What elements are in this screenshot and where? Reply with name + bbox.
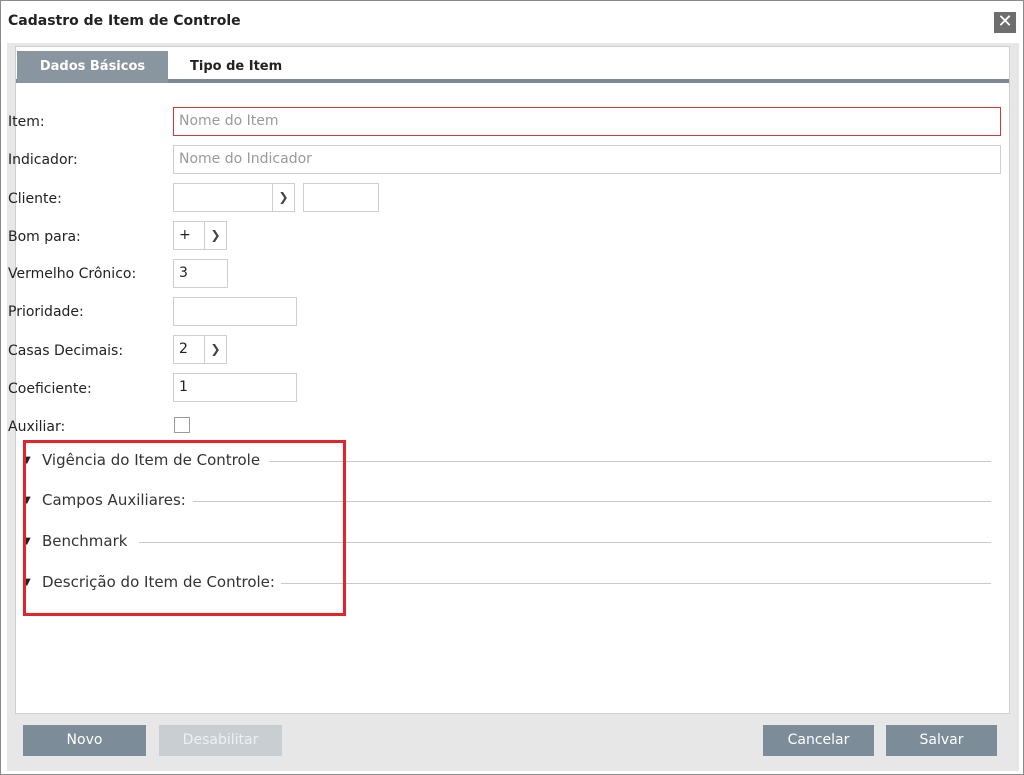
- auxiliar-label: Auxiliar:: [8, 419, 66, 435]
- cliente-code-input[interactable]: [303, 183, 379, 212]
- salvar-button[interactable]: Salvar: [886, 725, 997, 756]
- tab-dados-basicos[interactable]: Dados Básicos: [17, 51, 168, 83]
- indicador-label: Indicador:: [8, 152, 78, 168]
- novo-button[interactable]: Novo: [23, 725, 146, 756]
- prioridade-label: Prioridade:: [8, 304, 84, 320]
- vermelho-cronico-label: Vermelho Crônico:: [8, 266, 137, 282]
- item-input[interactable]: Nome do Item: [173, 107, 1001, 136]
- casas-decimais-label: Casas Decimais:: [8, 343, 124, 359]
- section-divider: [281, 583, 991, 584]
- section-divider: [269, 461, 991, 462]
- cliente-select[interactable]: [173, 183, 273, 212]
- coeficiente-label: Coeficiente:: [8, 381, 92, 397]
- chevron-down-icon[interactable]: ❯: [204, 221, 227, 250]
- vermelho-cronico-input[interactable]: 3: [173, 259, 228, 288]
- casas-decimais-select[interactable]: 2: [173, 335, 206, 364]
- prioridade-input[interactable]: [173, 297, 297, 326]
- dialog-title: Cadastro de Item de Controle: [8, 13, 241, 29]
- coeficiente-input[interactable]: 1: [173, 373, 297, 402]
- titlebar: Cadastro de Item de Controle ✕: [1, 1, 1023, 43]
- item-label: Item:: [8, 114, 45, 130]
- desabilitar-button[interactable]: Desabilitar: [159, 725, 282, 756]
- chevron-down-icon[interactable]: ❯: [204, 335, 227, 364]
- bom-para-select[interactable]: +: [173, 221, 206, 250]
- bom-para-label: Bom para:: [8, 229, 81, 245]
- chevron-down-icon[interactable]: ❯: [272, 183, 295, 212]
- dialog-window: Cadastro de Item de Controle ✕ Dados Bás…: [0, 0, 1024, 775]
- tab-tipo-de-item[interactable]: Tipo de Item: [176, 51, 296, 83]
- cliente-label: Cliente:: [8, 191, 62, 207]
- highlight-box: [23, 440, 346, 616]
- indicador-input[interactable]: Nome do Indicador: [173, 145, 1001, 174]
- close-icon[interactable]: ✕: [994, 12, 1016, 33]
- auxiliar-checkbox[interactable]: [174, 417, 190, 433]
- cancelar-button[interactable]: Cancelar: [763, 725, 874, 756]
- tab-bar: Dados Básicos Tipo de Item: [16, 47, 1009, 83]
